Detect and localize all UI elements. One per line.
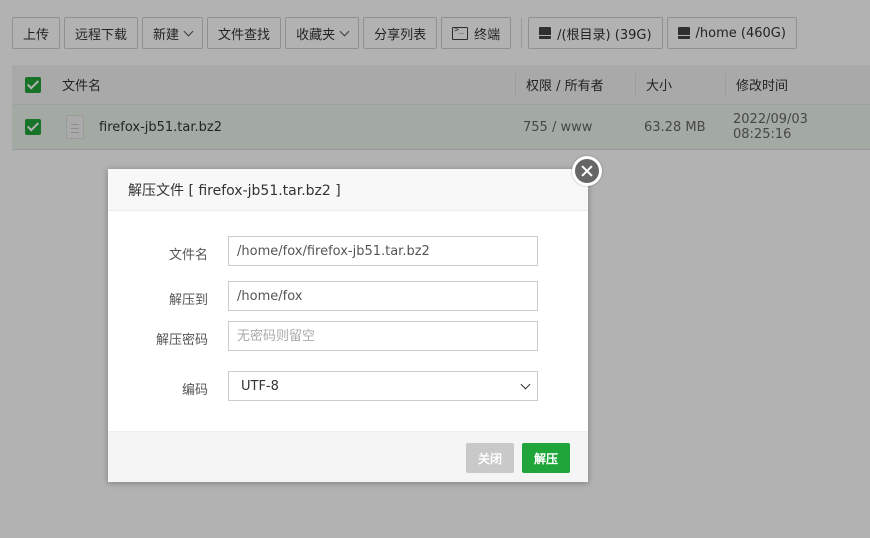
password-field[interactable] — [228, 321, 538, 351]
extract-button[interactable]: 解压 — [522, 443, 570, 473]
close-button[interactable]: 关闭 — [466, 443, 514, 473]
file-manager-page: 上传 远程下载 新建 文件查找 收藏夹 分享列表 终端 /(根目录) (39G)… — [0, 0, 870, 538]
extract-dialog: 解压文件 [ firefox-jb51.tar.bz2 ] 文件名 解压到 解压… — [108, 169, 588, 482]
dialog-header: 解压文件 [ firefox-jb51.tar.bz2 ] — [108, 169, 588, 211]
extract-to-field[interactable] — [228, 281, 538, 311]
filename-field[interactable] — [228, 236, 538, 266]
password-label: 解压密码 — [155, 333, 208, 348]
dialog-title: 解压文件 [ firefox-jb51.tar.bz2 ] — [128, 182, 341, 199]
dialog-footer: 关闭 解压 — [108, 431, 588, 482]
filename-label: 文件名 — [168, 248, 208, 263]
chevron-down-icon — [520, 379, 531, 390]
encoding-select[interactable]: UTF-8 — [228, 371, 538, 401]
close-icon[interactable] — [572, 156, 602, 186]
encoding-label: 编码 — [181, 383, 208, 398]
encoding-value: UTF-8 — [241, 378, 279, 394]
extract-to-label: 解压到 — [168, 293, 208, 308]
